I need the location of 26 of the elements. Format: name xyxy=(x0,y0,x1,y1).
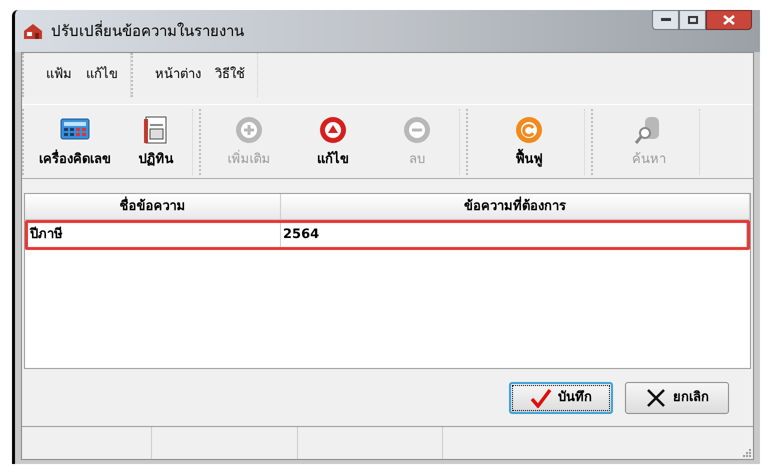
menu-item[interactable]: หน้าต่าง xyxy=(155,65,201,85)
save-button[interactable]: บันทึก xyxy=(509,382,613,414)
checkmark-icon xyxy=(530,388,552,408)
close-icon xyxy=(723,15,735,25)
table-row[interactable]: ปีภาษี 2564 xyxy=(25,220,750,250)
close-button[interactable] xyxy=(706,10,752,30)
minimize-button[interactable] xyxy=(652,10,679,30)
column-header[interactable]: ข้อความที่ต้องการ xyxy=(281,194,750,220)
window-title: ปรับเปลี่ยนข้อความในรายงาน xyxy=(51,20,244,42)
cancel-button[interactable]: ยกเลิก xyxy=(625,382,729,414)
toolbar-button[interactable]: ฟื้นฟู xyxy=(474,109,584,175)
table-cell: 2564 xyxy=(281,223,747,247)
maximize-icon xyxy=(688,16,698,24)
minimize-icon xyxy=(660,18,670,22)
toolbar-button[interactable]: ปฏิทิน xyxy=(120,109,192,175)
menu-item[interactable]: วิธีใช้ xyxy=(215,65,245,85)
menu-item[interactable]: แฟ้ม xyxy=(46,65,72,85)
table-cell: ปีภาษี xyxy=(28,223,281,247)
menu-item[interactable]: แก้ไข xyxy=(86,65,118,85)
column-header[interactable]: ชื่อข้อความ xyxy=(25,194,281,220)
toolbar-button[interactable]: แก้ไข xyxy=(291,109,375,175)
app-icon xyxy=(23,22,43,40)
toolbar-button[interactable]: เครื่องคิดเลข xyxy=(30,109,120,175)
maximize-button[interactable] xyxy=(679,10,706,30)
resize-grip-icon xyxy=(742,448,751,457)
x-icon xyxy=(645,388,667,408)
